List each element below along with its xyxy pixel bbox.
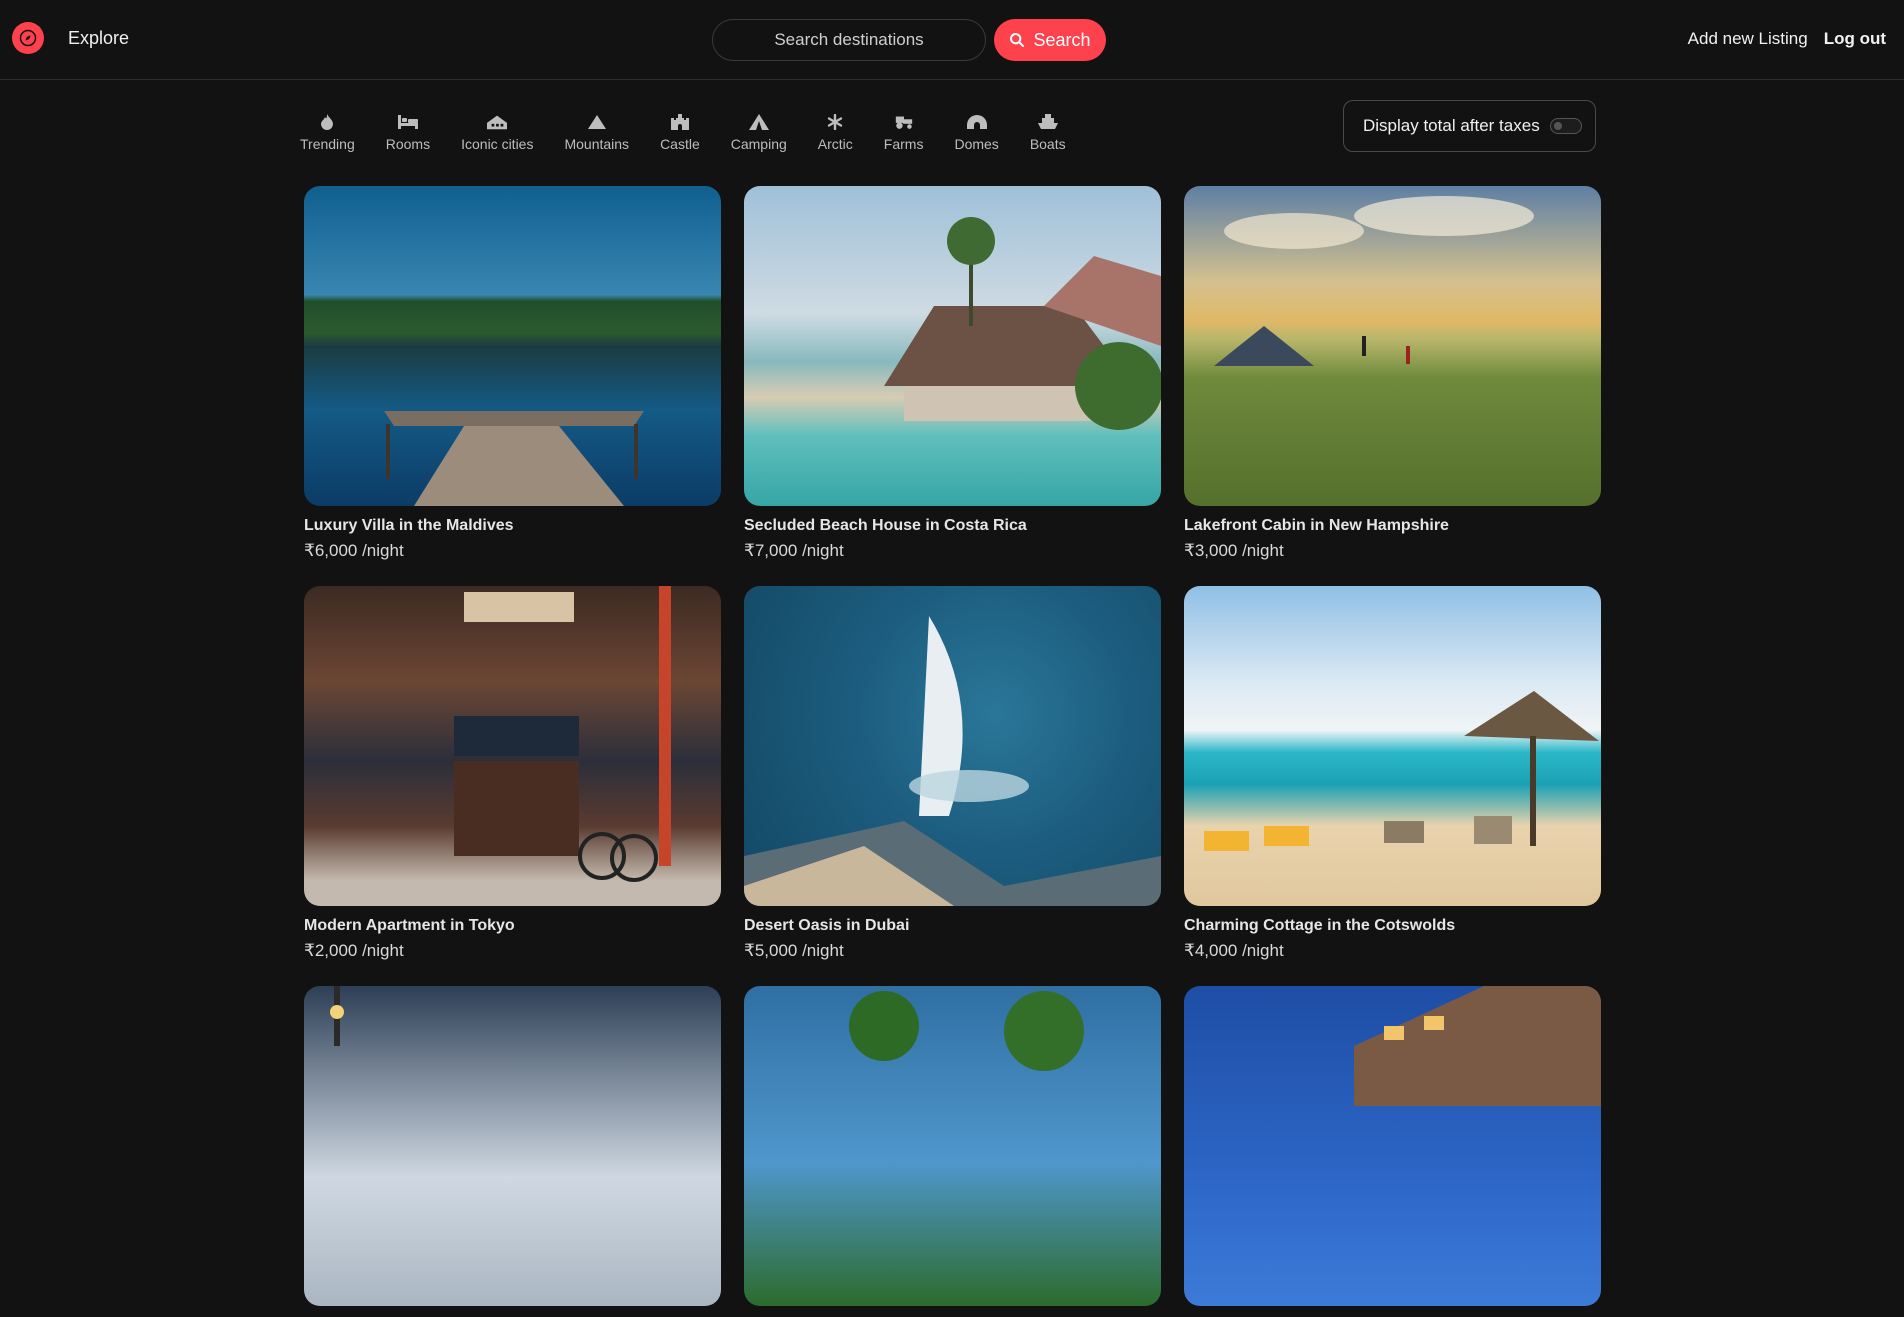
fire-icon [317,112,337,132]
brand[interactable]: Explore [12,22,129,54]
filter-label: Arctic [817,136,853,152]
listing-title: Charming Cottage in the Cotswolds [1184,917,1456,934]
listing-card[interactable] [1184,986,1601,1317]
filter-label: Trending [300,136,355,152]
listing-card[interactable]: Lakefront Cabin in New Hampshire ₹3,000 … [1184,186,1601,561]
listing-price: ₹7,000 /night [744,541,844,560]
filter-label: Camping [730,136,787,152]
tax-toggle[interactable]: Display total after taxes [1343,100,1596,152]
nav-actions: Add new Listing Log out [1688,29,1886,49]
listing-image[interactable] [1184,986,1601,1306]
filter-label: Domes [954,136,999,152]
filter-camping[interactable]: Camping [731,112,787,152]
listing-price: ₹2,000 /night [304,941,404,960]
listing-card[interactable]: Luxury Villa in the Maldives ₹6,000 /nig… [304,186,721,561]
listing-card[interactable]: Charming Cottage in the Cotswolds ₹4,000… [1184,586,1601,961]
search-icon [1010,33,1025,47]
filter-domes[interactable]: Domes [954,112,999,152]
filter-rooms[interactable]: Rooms [386,112,430,152]
listing-image[interactable] [304,986,721,1306]
filter-arctic[interactable]: Arctic [818,112,853,152]
filter-trending[interactable]: Trending [300,112,355,152]
mountain-icon [587,112,607,132]
listing-price: ₹6,000 /night [304,541,404,560]
tax-toggle-label: Display total after taxes [1363,116,1540,135]
listing-card[interactable]: Modern Apartment in Tokyo ₹2,000 /night [304,586,721,961]
listing-title: Lakefront Cabin in New Hampshire [1184,517,1449,534]
city-icon [487,112,508,132]
filter-castle[interactable]: Castle [660,112,700,152]
listing-title: Secluded Beach House in Costa Rica [744,517,1027,534]
logout-link[interactable]: Log out [1824,29,1886,49]
filter-label: Mountains [564,136,630,152]
tax-switch[interactable] [1549,118,1582,134]
castle-icon [670,112,690,132]
listing-title: Desert Oasis in Dubai [744,917,910,934]
navbar: Explore Search Add new Listing Log out [0,0,1904,80]
category-filters: Trending Rooms Iconic cities Mountains C… [300,112,1097,152]
search-button-label: Search [1033,29,1091,50]
listing-card[interactable] [744,986,1161,1317]
tractor-icon [894,112,914,132]
filter-farms[interactable]: Farms [883,112,924,152]
listing-price: ₹5,000 /night [744,941,844,960]
listing-image[interactable] [744,986,1161,1306]
listing-card[interactable]: Secluded Beach House in Costa Rica ₹7,00… [744,186,1161,561]
compass-icon[interactable] [12,22,44,54]
filter-label: Farms [883,136,924,152]
filter-label: Boats [1029,136,1066,152]
filter-iconic-cities[interactable]: Iconic cities [461,112,533,152]
listing-image[interactable] [304,586,721,906]
listing-title: Luxury Villa in the Maldives [304,517,514,534]
search-form: Search [712,19,1106,61]
explore-link[interactable]: Explore [68,28,129,49]
tax-switch-knob [1553,122,1562,130]
tent-icon [748,112,769,132]
listing-price: ₹3,000 /night [1184,541,1284,560]
listing-image[interactable] [1184,586,1601,906]
filter-mountains[interactable]: Mountains [564,112,629,152]
bed-icon [397,112,418,132]
listing-title: Modern Apartment in Tokyo [304,917,515,934]
listing-card[interactable]: Desert Oasis in Dubai ₹5,000 /night [744,586,1161,961]
add-listing-link[interactable]: Add new Listing [1688,29,1808,49]
snowflake-icon [825,112,845,132]
listing-image[interactable] [744,186,1161,506]
listing-image[interactable] [744,586,1161,906]
search-input[interactable] [712,19,986,61]
ship-icon [1037,112,1058,132]
search-button[interactable]: Search [994,19,1106,61]
listing-image[interactable] [1184,186,1601,506]
filter-label: Iconic cities [461,136,534,152]
filter-boats[interactable]: Boats [1030,112,1066,152]
filter-label: Rooms [385,136,431,152]
filter-label: Castle [660,136,700,152]
listing-card[interactable] [304,986,721,1317]
igloo-icon [966,112,987,132]
listing-price: ₹4,000 /night [1184,941,1284,960]
listing-image[interactable] [304,186,721,506]
